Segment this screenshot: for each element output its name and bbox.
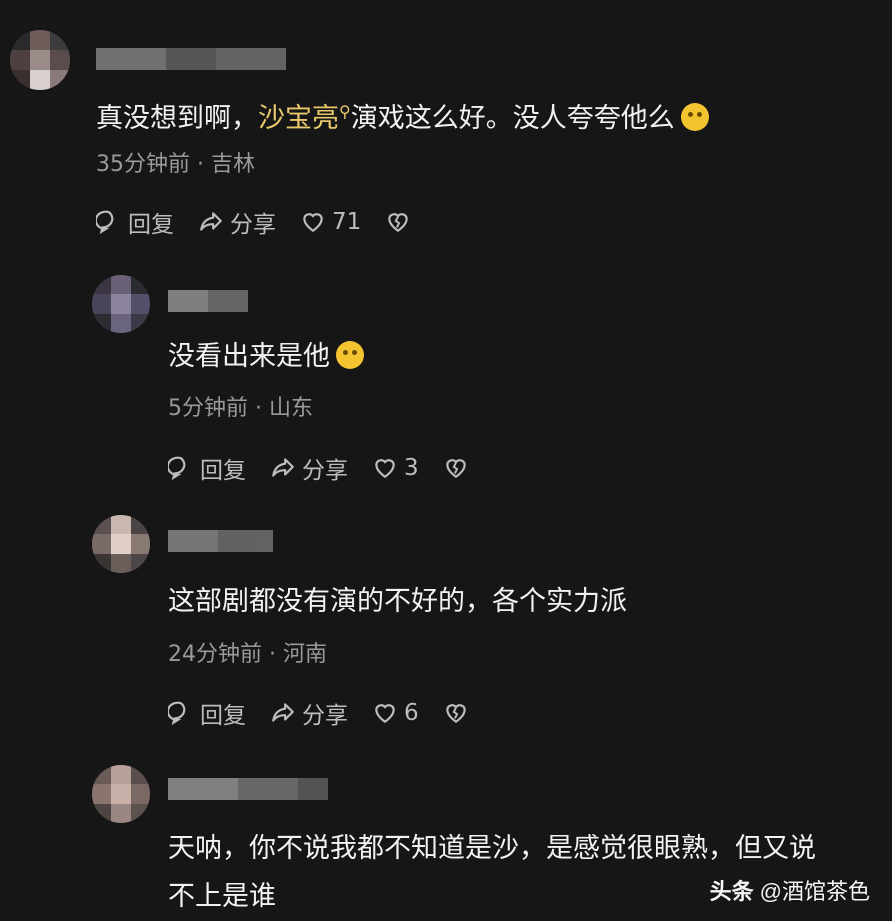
share-button[interactable]: 分享 <box>270 451 348 485</box>
avatar[interactable] <box>92 515 150 573</box>
broken-heart-icon <box>445 704 466 723</box>
share-label: 分享 <box>302 703 348 729</box>
comment-text: 天呐，你不说我都不知道是沙，是感觉很眼熟，但又说 不上是谁 <box>168 825 816 921</box>
dislike-button[interactable] <box>443 700 475 726</box>
heart-icon <box>303 213 323 232</box>
broken-heart-icon <box>445 459 466 478</box>
comment-meta: 24分钟前 · 河南 <box>168 636 327 668</box>
username-blurred[interactable] <box>168 530 273 552</box>
username-blurred[interactable] <box>168 778 328 800</box>
share-button[interactable]: 分享 <box>270 696 348 730</box>
comment-time: 35分钟前 <box>96 152 190 177</box>
comment-text-body: 这部剧都没有演的不好的，各个实力派 <box>168 586 627 617</box>
comment-actions: 回复 分享 3 <box>168 451 499 485</box>
meta-separator: · <box>255 396 262 421</box>
comment-text: 真没想到啊，沙宝亮⚲演戏这么好。没人夸夸他么 <box>96 88 709 143</box>
comment-text-after: 演戏这么好。没人夸夸他么 <box>350 103 675 134</box>
broken-heart-icon <box>388 213 409 232</box>
emoji-icon <box>680 103 709 131</box>
username-blurred[interactable] <box>96 48 286 70</box>
watermark-brand: 头条 <box>709 879 754 904</box>
like-count: 6 <box>404 700 419 726</box>
like-count: 3 <box>404 455 419 481</box>
meta-separator: · <box>269 642 276 667</box>
reply-button[interactable]: 回复 <box>96 205 174 239</box>
dislike-button[interactable] <box>385 209 417 235</box>
search-icon[interactable]: ⚲ <box>339 102 351 121</box>
comment-text: 没看出来是他 <box>168 333 364 381</box>
watermark: 头条 @酒馆茶色 <box>710 874 870 906</box>
comment-location: 吉林 <box>211 152 256 177</box>
comment-time: 5分钟前 <box>168 396 248 421</box>
avatar[interactable] <box>10 30 70 90</box>
comment-text-line: 天呐，你不说我都不知道是沙，是感觉很眼熟，但又说 <box>168 833 816 864</box>
dislike-button[interactable] <box>443 455 475 481</box>
reply-button[interactable]: 回复 <box>168 451 246 485</box>
reply-label: 回复 <box>128 212 174 238</box>
speech-bubble-icon <box>96 210 114 235</box>
share-label: 分享 <box>230 212 276 238</box>
comment-meta: 35分钟前 · 吉林 <box>96 146 255 178</box>
reply-label: 回复 <box>200 458 246 484</box>
like-button[interactable]: 3 <box>372 455 419 481</box>
like-button[interactable]: 71 <box>300 209 361 235</box>
share-arrow-icon <box>272 703 294 722</box>
meta-separator: · <box>197 152 204 177</box>
heart-icon <box>375 459 395 478</box>
comment-location: 山东 <box>269 396 314 421</box>
like-count: 71 <box>332 209 362 235</box>
share-arrow-icon <box>200 212 222 231</box>
like-button[interactable]: 6 <box>372 700 419 726</box>
share-label: 分享 <box>302 458 348 484</box>
comment-time: 24分钟前 <box>168 642 262 667</box>
avatar[interactable] <box>92 275 150 333</box>
comment-text-body: 没看出来是他 <box>168 341 330 372</box>
share-button[interactable]: 分享 <box>198 205 276 239</box>
speech-bubble-icon <box>168 701 186 726</box>
comment-meta: 5分钟前 · 山东 <box>168 390 313 422</box>
avatar[interactable] <box>92 765 150 823</box>
search-keyword-link[interactable]: 沙宝亮 <box>258 103 339 134</box>
username-blurred[interactable] <box>168 290 248 312</box>
comment-location: 河南 <box>283 642 328 667</box>
speech-bubble-icon <box>168 456 186 481</box>
reply-label: 回复 <box>200 703 246 729</box>
comment-actions: 回复 分享 71 <box>96 205 441 239</box>
laughing-emoji-icon <box>336 341 364 369</box>
comment-text-before: 真没想到啊， <box>96 103 258 134</box>
reply-button[interactable]: 回复 <box>168 696 246 730</box>
heart-icon <box>375 704 395 723</box>
comment-text: 这部剧都没有演的不好的，各个实力派 <box>168 578 627 626</box>
comment-actions: 回复 分享 6 <box>168 696 499 730</box>
watermark-handle: @酒馆茶色 <box>759 879 870 904</box>
share-arrow-icon <box>272 458 294 477</box>
